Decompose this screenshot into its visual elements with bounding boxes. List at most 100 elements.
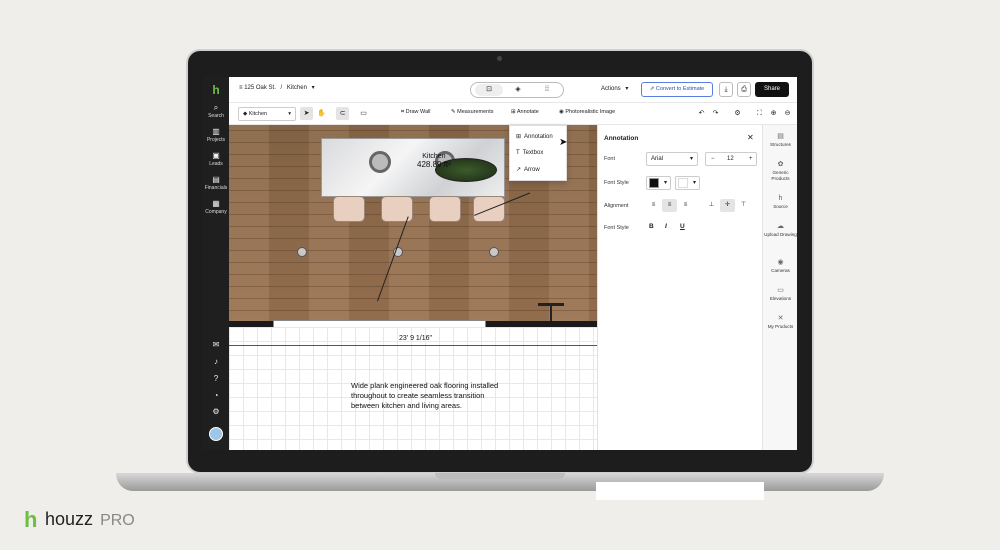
share-button[interactable]: Share xyxy=(755,82,789,97)
rail-label: Source xyxy=(773,204,788,209)
magnet-tool[interactable]: ⊂ xyxy=(336,107,349,120)
convert-icon: ⇗ xyxy=(649,86,655,92)
view-walk-button[interactable]: ⁞⁞ xyxy=(533,84,561,96)
room-area: 428.89 ft² xyxy=(417,160,451,169)
view-3d-button[interactable]: ◈ xyxy=(504,84,532,96)
menu-label: Annotation xyxy=(524,134,553,140)
breadcrumb-project[interactable]: 125 Oak St. xyxy=(244,85,276,91)
nav-item-company[interactable]: ▦ Company xyxy=(203,199,229,215)
font-size-stepper[interactable]: − 12 + xyxy=(705,152,757,166)
align-right-icon: ≡ xyxy=(683,202,688,208)
gear-icon: ⚙ xyxy=(212,407,220,416)
textbox-icon: T xyxy=(516,150,520,156)
annotation-text[interactable]: Wide plank engineered oak flooring insta… xyxy=(351,381,511,411)
houzz-logo-mark-icon: h xyxy=(24,507,38,532)
mail-button[interactable]: ✉ xyxy=(203,340,229,350)
print-button[interactable]: ⎙ xyxy=(737,82,751,97)
chevron-down-icon: ▾ xyxy=(689,156,693,162)
fit-view-button[interactable]: ⛶ xyxy=(753,107,766,120)
rail-item-source[interactable]: h Source xyxy=(763,195,797,210)
convert-to-estimate-button[interactable]: ⇗ Convert to Estimate xyxy=(641,82,713,97)
download-icon: ⤓ xyxy=(724,86,728,93)
minus-icon[interactable]: − xyxy=(711,153,715,165)
timer-button[interactable]: ◔ xyxy=(203,391,229,401)
align-middle-button[interactable]: ✛ xyxy=(720,199,735,212)
help-button[interactable]: ? xyxy=(203,374,229,384)
footsteps-icon: ⁞⁞ xyxy=(545,86,549,93)
align-center-button[interactable]: ≡ xyxy=(662,199,677,212)
breadcrumb-separator: / xyxy=(280,85,283,91)
annotate-menu: ⊞ Annotation T Textbox ↗ Arrow xyxy=(509,125,567,181)
nav-label: Projects xyxy=(206,137,226,143)
chevron-down-icon[interactable]: ▾ xyxy=(312,85,315,91)
settings-button[interactable]: ⚙ xyxy=(203,407,229,417)
actions-label: Actions xyxy=(601,86,621,92)
comment-tool[interactable]: ▭ xyxy=(357,107,370,120)
align-bottom-button[interactable]: ⊥ xyxy=(704,199,719,212)
align-right-button[interactable]: ≡ xyxy=(678,199,693,212)
annotate-tool[interactable]: ⊞ Annotate xyxy=(511,109,539,115)
cube-icon: ◈ xyxy=(515,86,521,93)
draw-wall-label: Draw Wall xyxy=(405,109,431,115)
redo-button[interactable]: ↷ xyxy=(709,107,722,120)
menu-item-textbox[interactable]: T Textbox xyxy=(516,150,543,156)
undo-button[interactable]: ↶ xyxy=(695,107,708,120)
plus-icon[interactable]: + xyxy=(749,153,753,165)
dimension-line xyxy=(229,345,597,346)
nav-item-search[interactable]: ⌕ Search xyxy=(203,103,229,119)
stool[interactable] xyxy=(333,196,365,222)
nav-item-leads[interactable]: ▣ Leads xyxy=(203,151,229,167)
align-top-icon: ⊤ xyxy=(740,202,747,208)
bold-button[interactable]: B xyxy=(649,223,654,230)
menu-item-arrow[interactable]: ↗ Arrow xyxy=(516,166,540,173)
layers-icon: ◆ xyxy=(243,111,248,117)
menu-item-annotation[interactable]: ⊞ Annotation xyxy=(516,133,553,140)
background-color-select[interactable]: ▾ xyxy=(675,176,700,190)
hamburger-icon[interactable]: ≡ xyxy=(239,85,243,91)
zoom-in-button[interactable]: ⊕ xyxy=(767,107,780,120)
right-rail: ▤ Structures ✿ Generic Products h Source… xyxy=(762,125,797,450)
room-label[interactable]: Kitchen 428.89 ft² xyxy=(417,153,451,169)
view-settings-button[interactable]: ⚙ xyxy=(731,107,744,120)
annotate-label: Annotate xyxy=(516,109,539,115)
ruler-icon: ✎ xyxy=(451,109,456,115)
actions-menu[interactable]: Actions ▾ xyxy=(601,85,628,92)
draw-wall-tool[interactable]: ⌗ Draw Wall xyxy=(401,109,431,116)
alignment-label: Alignment xyxy=(604,203,629,209)
align-left-button[interactable]: ≡ xyxy=(646,199,661,212)
close-icon[interactable]: ✕ xyxy=(747,133,754,142)
pan-tool[interactable]: ✋ xyxy=(315,107,328,120)
avatar[interactable] xyxy=(209,427,223,441)
underline-button[interactable]: U xyxy=(680,223,685,230)
pendant-light[interactable] xyxy=(297,247,307,257)
align-top-button[interactable]: ⊤ xyxy=(736,199,751,212)
notifications-button[interactable]: ♪ xyxy=(203,357,229,367)
zoom-out-button[interactable]: ⊖ xyxy=(781,107,794,120)
photo-label: Photorealistic Image xyxy=(565,109,616,115)
rail-item-upload-drawing[interactable]: ☁ Upload Drawing xyxy=(763,223,797,238)
fit-icon: ⛶ xyxy=(757,110,762,117)
rail-item-generic-products[interactable]: ✿ Generic Products xyxy=(763,161,797,181)
align-bottom-icon: ⊥ xyxy=(708,202,715,208)
level-select[interactable]: ◆ Kitchen ▾ xyxy=(238,107,296,121)
photorealistic-image-tool[interactable]: ◉ Photorealistic Image xyxy=(559,109,615,115)
rail-item-my-products[interactable]: ✕ My Products xyxy=(763,315,797,330)
pendant-light[interactable] xyxy=(489,247,499,257)
rail-item-elevations[interactable]: ▭ Elevations xyxy=(763,287,797,302)
rail-item-cameras[interactable]: ◉ Cameras xyxy=(763,259,797,274)
select-tool[interactable]: ➤ xyxy=(300,107,313,120)
download-button[interactable]: ⤓ xyxy=(719,82,733,97)
timer-icon: ◔ xyxy=(213,391,219,400)
stool[interactable] xyxy=(429,196,461,222)
breadcrumb-room[interactable]: Kitchen xyxy=(287,85,307,91)
dimension-label[interactable]: 23' 9 1/16" xyxy=(399,335,432,342)
font-select[interactable]: Arial ▾ xyxy=(646,152,698,166)
italic-button[interactable]: I xyxy=(665,223,667,230)
rail-item-structures[interactable]: ▤ Structures xyxy=(763,133,797,148)
view-2d-button[interactable]: ⊡ xyxy=(475,84,503,96)
text-color-select[interactable]: ▾ xyxy=(646,176,671,190)
nav-item-projects[interactable]: ▥ Projects xyxy=(203,127,229,143)
nav-item-financials[interactable]: ▤ Financials xyxy=(203,175,229,191)
measurements-tool[interactable]: ✎ Measurements xyxy=(451,109,494,115)
houzz-logo-icon[interactable]: h xyxy=(209,83,223,97)
